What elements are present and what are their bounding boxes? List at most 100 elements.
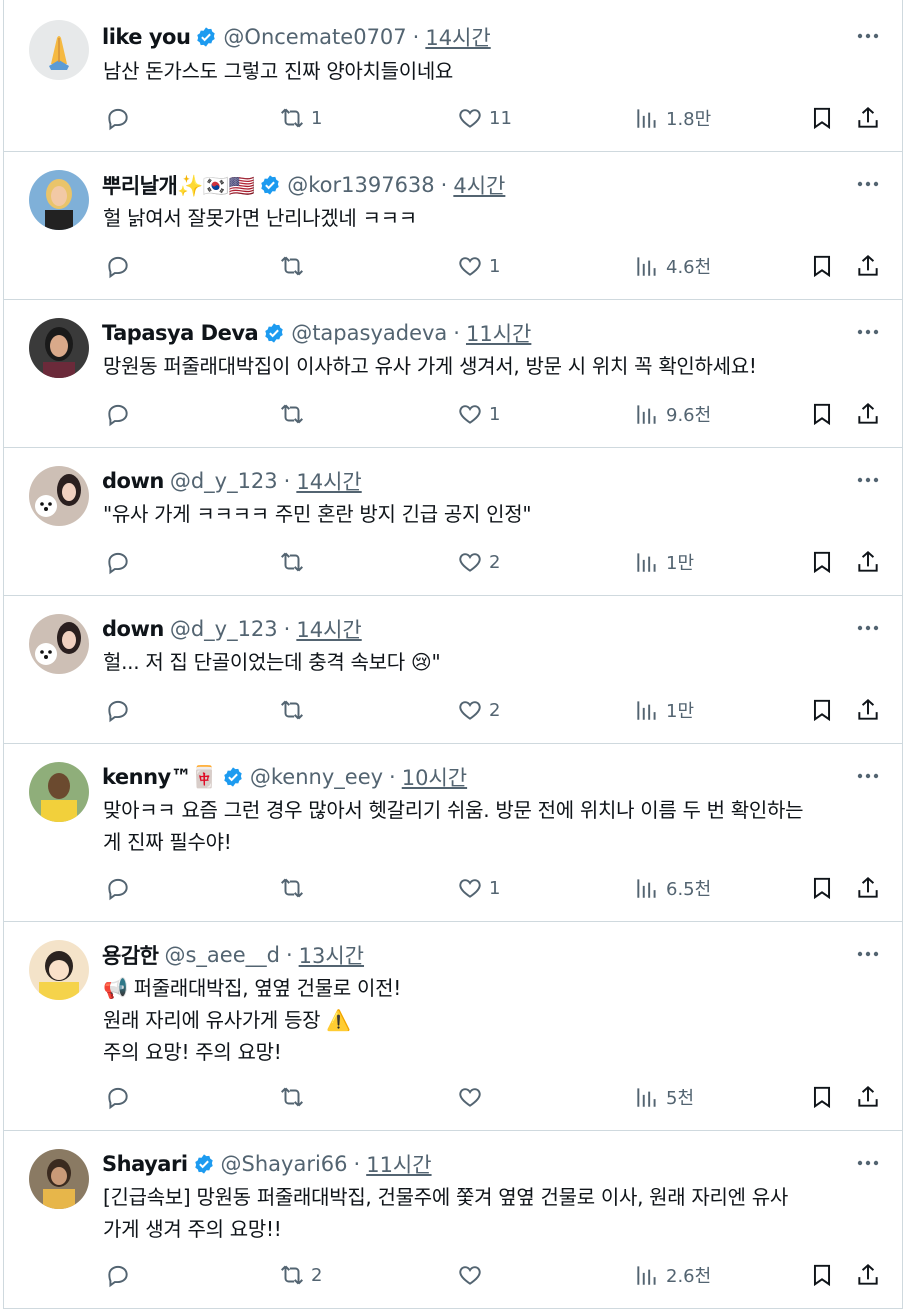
reply-button[interactable] [105, 248, 137, 284]
display-name[interactable]: Tapasya Deva [102, 321, 259, 345]
tweet[interactable]: Tapasya Deva @tapasyadeva · 11시간 망원동 퍼줄래… [4, 300, 902, 448]
display-name[interactable]: 뿌리날개✨🇰🇷🇺🇸 [102, 170, 255, 200]
share-button[interactable] [855, 100, 881, 136]
more-options-icon[interactable] [856, 470, 880, 490]
share-button[interactable] [855, 1257, 881, 1293]
retweet-button[interactable] [279, 396, 311, 432]
user-handle[interactable]: @Shayari66 [221, 1152, 348, 1176]
bookmark-button[interactable] [809, 1257, 835, 1293]
bookmark-button[interactable] [809, 396, 835, 432]
avatar[interactable] [29, 762, 89, 822]
tweet[interactable]: 용감한 @s_aee__d · 13시간 📢 퍼줄래대박집, 옆옆 건물로 이전… [4, 922, 902, 1131]
display-name[interactable]: kenny™🀄 [102, 765, 217, 790]
user-handle[interactable]: @Oncemate0707 [223, 25, 406, 49]
timestamp[interactable]: 14시간 [425, 22, 490, 52]
more-options-icon[interactable] [856, 944, 880, 964]
user-handle[interactable]: @s_aee__d [164, 943, 279, 967]
like-button[interactable]: 2 [457, 544, 500, 580]
bookmark-button[interactable] [809, 544, 835, 580]
tweet[interactable]: down @d_y_123 · 14시간 "유사 가게 ㅋㅋㅋㅋ 주민 혼란 방… [4, 448, 902, 596]
more-options-icon[interactable] [856, 322, 880, 342]
avatar[interactable] [29, 20, 89, 80]
retweet-button[interactable] [279, 870, 311, 906]
more-options-icon[interactable] [856, 1153, 880, 1173]
like-button[interactable]: 1 [457, 870, 500, 906]
tweet[interactable]: down @d_y_123 · 14시간 헐... 저 집 단골이었는데 충격 … [4, 596, 902, 744]
more-options-icon[interactable] [856, 618, 880, 638]
bookmark-button[interactable] [809, 248, 835, 284]
timestamp[interactable]: 14시간 [296, 466, 361, 496]
display-name[interactable]: Shayari [102, 1152, 188, 1176]
timestamp[interactable]: 10시간 [402, 762, 467, 792]
like-button[interactable] [457, 1257, 489, 1293]
reply-button[interactable] [105, 100, 137, 136]
tweet[interactable]: kenny™🀄 @kenny_eey · 10시간 맞아ㅋㅋ 요즘 그런 경우 … [4, 744, 902, 922]
retweet-button[interactable] [279, 248, 311, 284]
user-handle[interactable]: @d_y_123 [170, 469, 278, 493]
display-name[interactable]: 용감한 [102, 940, 159, 970]
avatar[interactable] [29, 614, 89, 674]
views-button[interactable]: 4.6천 [634, 248, 711, 284]
reply-button[interactable] [105, 396, 137, 432]
avatar[interactable] [29, 170, 89, 230]
tweet[interactable]: like you @Oncemate0707 · 14시간 남산 돈가스도 그렇… [4, 0, 902, 152]
bookmark-button[interactable] [809, 1079, 835, 1115]
views-button[interactable]: 9.6천 [634, 396, 711, 432]
reply-button[interactable] [105, 692, 137, 728]
like-button[interactable]: 11 [457, 100, 512, 136]
share-button[interactable] [855, 248, 881, 284]
tweet[interactable]: 뿌리날개✨🇰🇷🇺🇸 @kor1397638 · 4시간 헐 낡여서 잘못가면 난… [4, 152, 902, 300]
bookmark-button[interactable] [809, 870, 835, 906]
reply-icon [108, 108, 128, 131]
views-button[interactable]: 5천 [634, 1079, 694, 1115]
display-name[interactable]: down [102, 469, 164, 493]
views-button[interactable]: 6.5천 [634, 870, 711, 906]
retweet-button[interactable]: 2 [279, 1257, 322, 1293]
retweet-button[interactable] [279, 544, 311, 580]
retweet-button[interactable] [279, 1079, 311, 1115]
timestamp[interactable]: 14시간 [296, 614, 361, 644]
heart-icon [459, 879, 481, 898]
share-button[interactable] [855, 396, 881, 432]
reply-button[interactable] [105, 870, 137, 906]
avatar[interactable] [29, 318, 89, 378]
display-name[interactable]: down [102, 617, 164, 641]
bookmark-button[interactable] [809, 100, 835, 136]
reply-button[interactable] [105, 1079, 137, 1115]
views-button[interactable]: 1.8만 [634, 100, 711, 136]
more-options-icon[interactable] [856, 26, 880, 46]
verified-badge-icon [263, 322, 285, 344]
like-button[interactable] [457, 1079, 489, 1115]
retweet-button[interactable] [279, 692, 311, 728]
like-button[interactable]: 1 [457, 396, 500, 432]
views-button[interactable]: 1만 [634, 544, 694, 580]
retweet-button[interactable]: 1 [279, 100, 322, 136]
share-icon [858, 106, 878, 128]
more-options-icon[interactable] [856, 174, 880, 194]
timestamp[interactable]: 4시간 [453, 170, 505, 200]
user-handle[interactable]: @tapasyadeva [291, 321, 447, 345]
display-name[interactable]: like you [102, 25, 191, 49]
share-button[interactable] [855, 870, 881, 906]
avatar[interactable] [29, 466, 89, 526]
timestamp[interactable]: 11시간 [466, 318, 531, 348]
share-button[interactable] [855, 544, 881, 580]
tweet[interactable]: Shayari @Shayari66 · 11시간 [긴급속보] 망원동 퍼줄래… [4, 1131, 902, 1309]
share-button[interactable] [855, 1079, 881, 1115]
bookmark-button[interactable] [809, 692, 835, 728]
timestamp[interactable]: 11시간 [366, 1149, 431, 1179]
user-handle[interactable]: @kenny_eey [250, 765, 383, 789]
views-button[interactable]: 1만 [634, 692, 694, 728]
timestamp[interactable]: 13시간 [299, 940, 364, 970]
avatar[interactable] [29, 940, 89, 1000]
user-handle[interactable]: @d_y_123 [170, 617, 278, 641]
like-button[interactable]: 1 [457, 248, 500, 284]
more-options-icon[interactable] [856, 766, 880, 786]
views-button[interactable]: 2.6천 [634, 1257, 711, 1293]
share-button[interactable] [855, 692, 881, 728]
avatar[interactable] [29, 1149, 89, 1209]
user-handle[interactable]: @kor1397638 [287, 173, 434, 197]
reply-button[interactable] [105, 544, 137, 580]
like-button[interactable]: 2 [457, 692, 500, 728]
reply-button[interactable] [105, 1257, 137, 1293]
